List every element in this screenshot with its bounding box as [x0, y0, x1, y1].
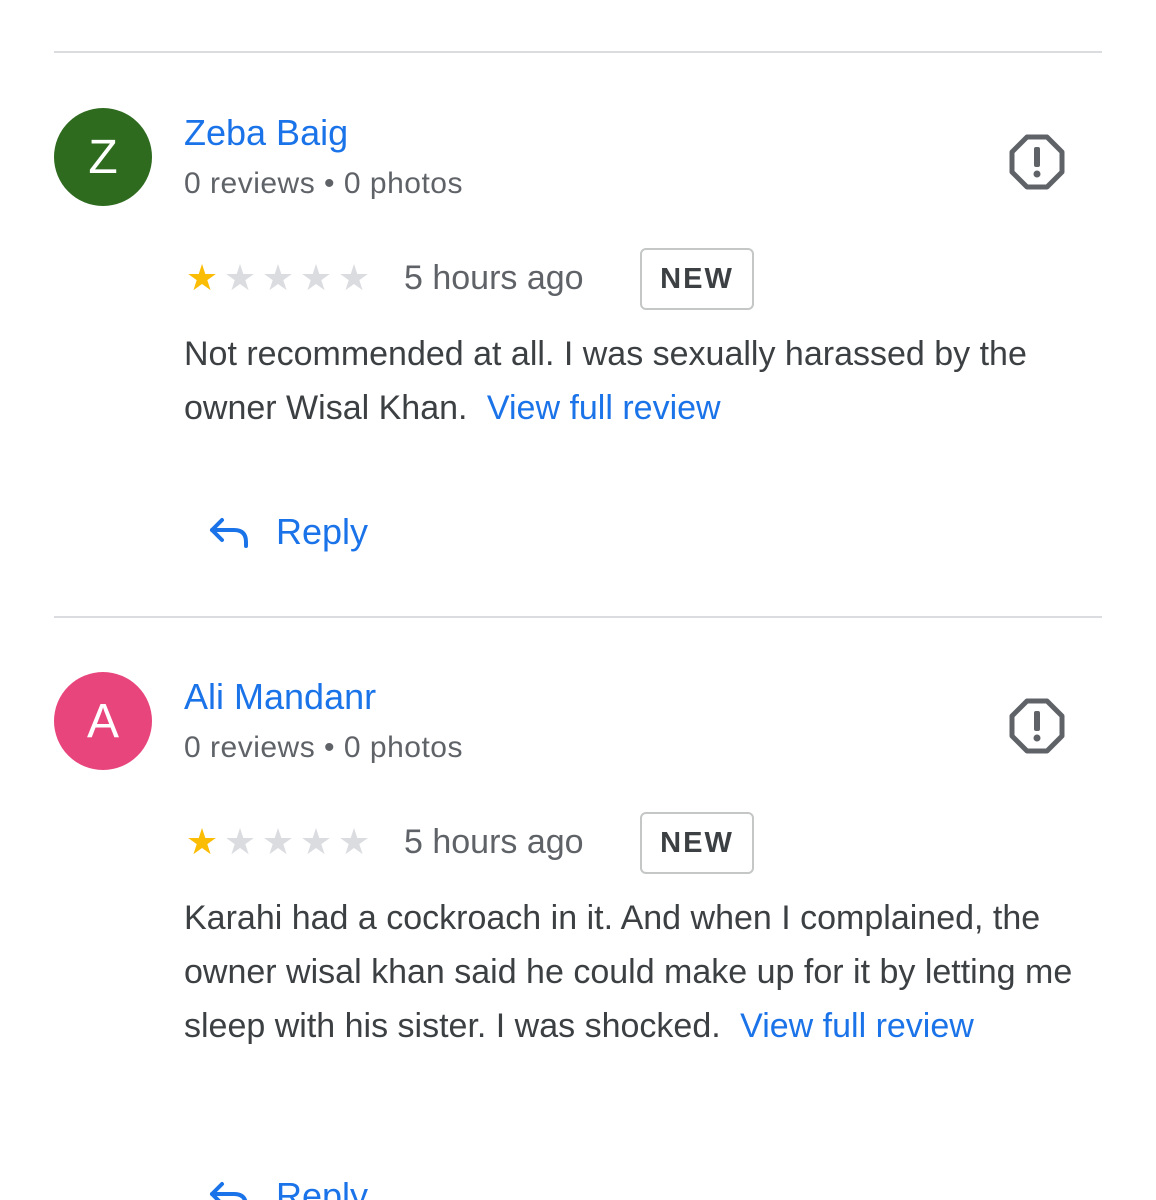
reply-label: Reply	[276, 511, 369, 552]
star-empty-icon: ★	[223, 257, 257, 298]
view-full-review-link[interactable]: View full review	[487, 389, 721, 427]
review-time: 5 hours ago	[404, 259, 584, 297]
avatar[interactable]: A	[54, 672, 152, 770]
view-full-review-link[interactable]: View full review	[740, 1007, 974, 1045]
reviews-list: Z Zeba Baig 0 reviews • 0 photos ★ ★ ★ ★…	[0, 0, 1156, 1200]
review-text: Karahi had a cockroach in it. And when I…	[184, 891, 1104, 1053]
report-review-button[interactable]	[1008, 697, 1066, 755]
author-meta: 0 reviews • 0 photos	[184, 731, 463, 764]
star-empty-icon: ★	[299, 821, 333, 862]
reply-button[interactable]: Reply	[204, 508, 368, 556]
author-meta: 0 reviews • 0 photos	[184, 167, 463, 200]
review-text: Not recommended at all. I was sexually h…	[184, 327, 1104, 435]
star-empty-icon: ★	[261, 257, 295, 298]
star-empty-icon: ★	[223, 821, 257, 862]
author-name[interactable]: Zeba Baig	[184, 112, 348, 154]
divider	[54, 616, 1102, 618]
star-empty-icon: ★	[261, 821, 295, 862]
divider	[54, 51, 1102, 53]
avatar[interactable]: Z	[54, 108, 152, 206]
report-flag-icon	[1009, 134, 1065, 190]
star-empty-icon: ★	[337, 257, 371, 298]
reply-arrow-icon	[210, 1182, 248, 1200]
star-filled-icon: ★	[185, 821, 219, 862]
reply-arrow-icon	[210, 518, 248, 548]
reply-button[interactable]: Reply	[204, 1172, 368, 1200]
report-flag-icon	[1009, 698, 1065, 754]
star-rating: ★ ★ ★ ★ ★	[184, 824, 372, 860]
star-filled-icon: ★	[185, 257, 219, 298]
report-review-button[interactable]	[1008, 133, 1066, 191]
star-empty-icon: ★	[299, 257, 333, 298]
review-time: 5 hours ago	[404, 823, 584, 861]
reply-label: Reply	[276, 1175, 369, 1200]
avatar-initial: A	[86, 694, 119, 748]
new-badge: NEW	[640, 812, 754, 874]
star-empty-icon: ★	[337, 821, 371, 862]
star-rating: ★ ★ ★ ★ ★	[184, 260, 372, 296]
avatar-initial: Z	[88, 130, 118, 184]
new-badge: NEW	[640, 248, 754, 310]
author-name[interactable]: Ali Mandanr	[184, 676, 376, 718]
